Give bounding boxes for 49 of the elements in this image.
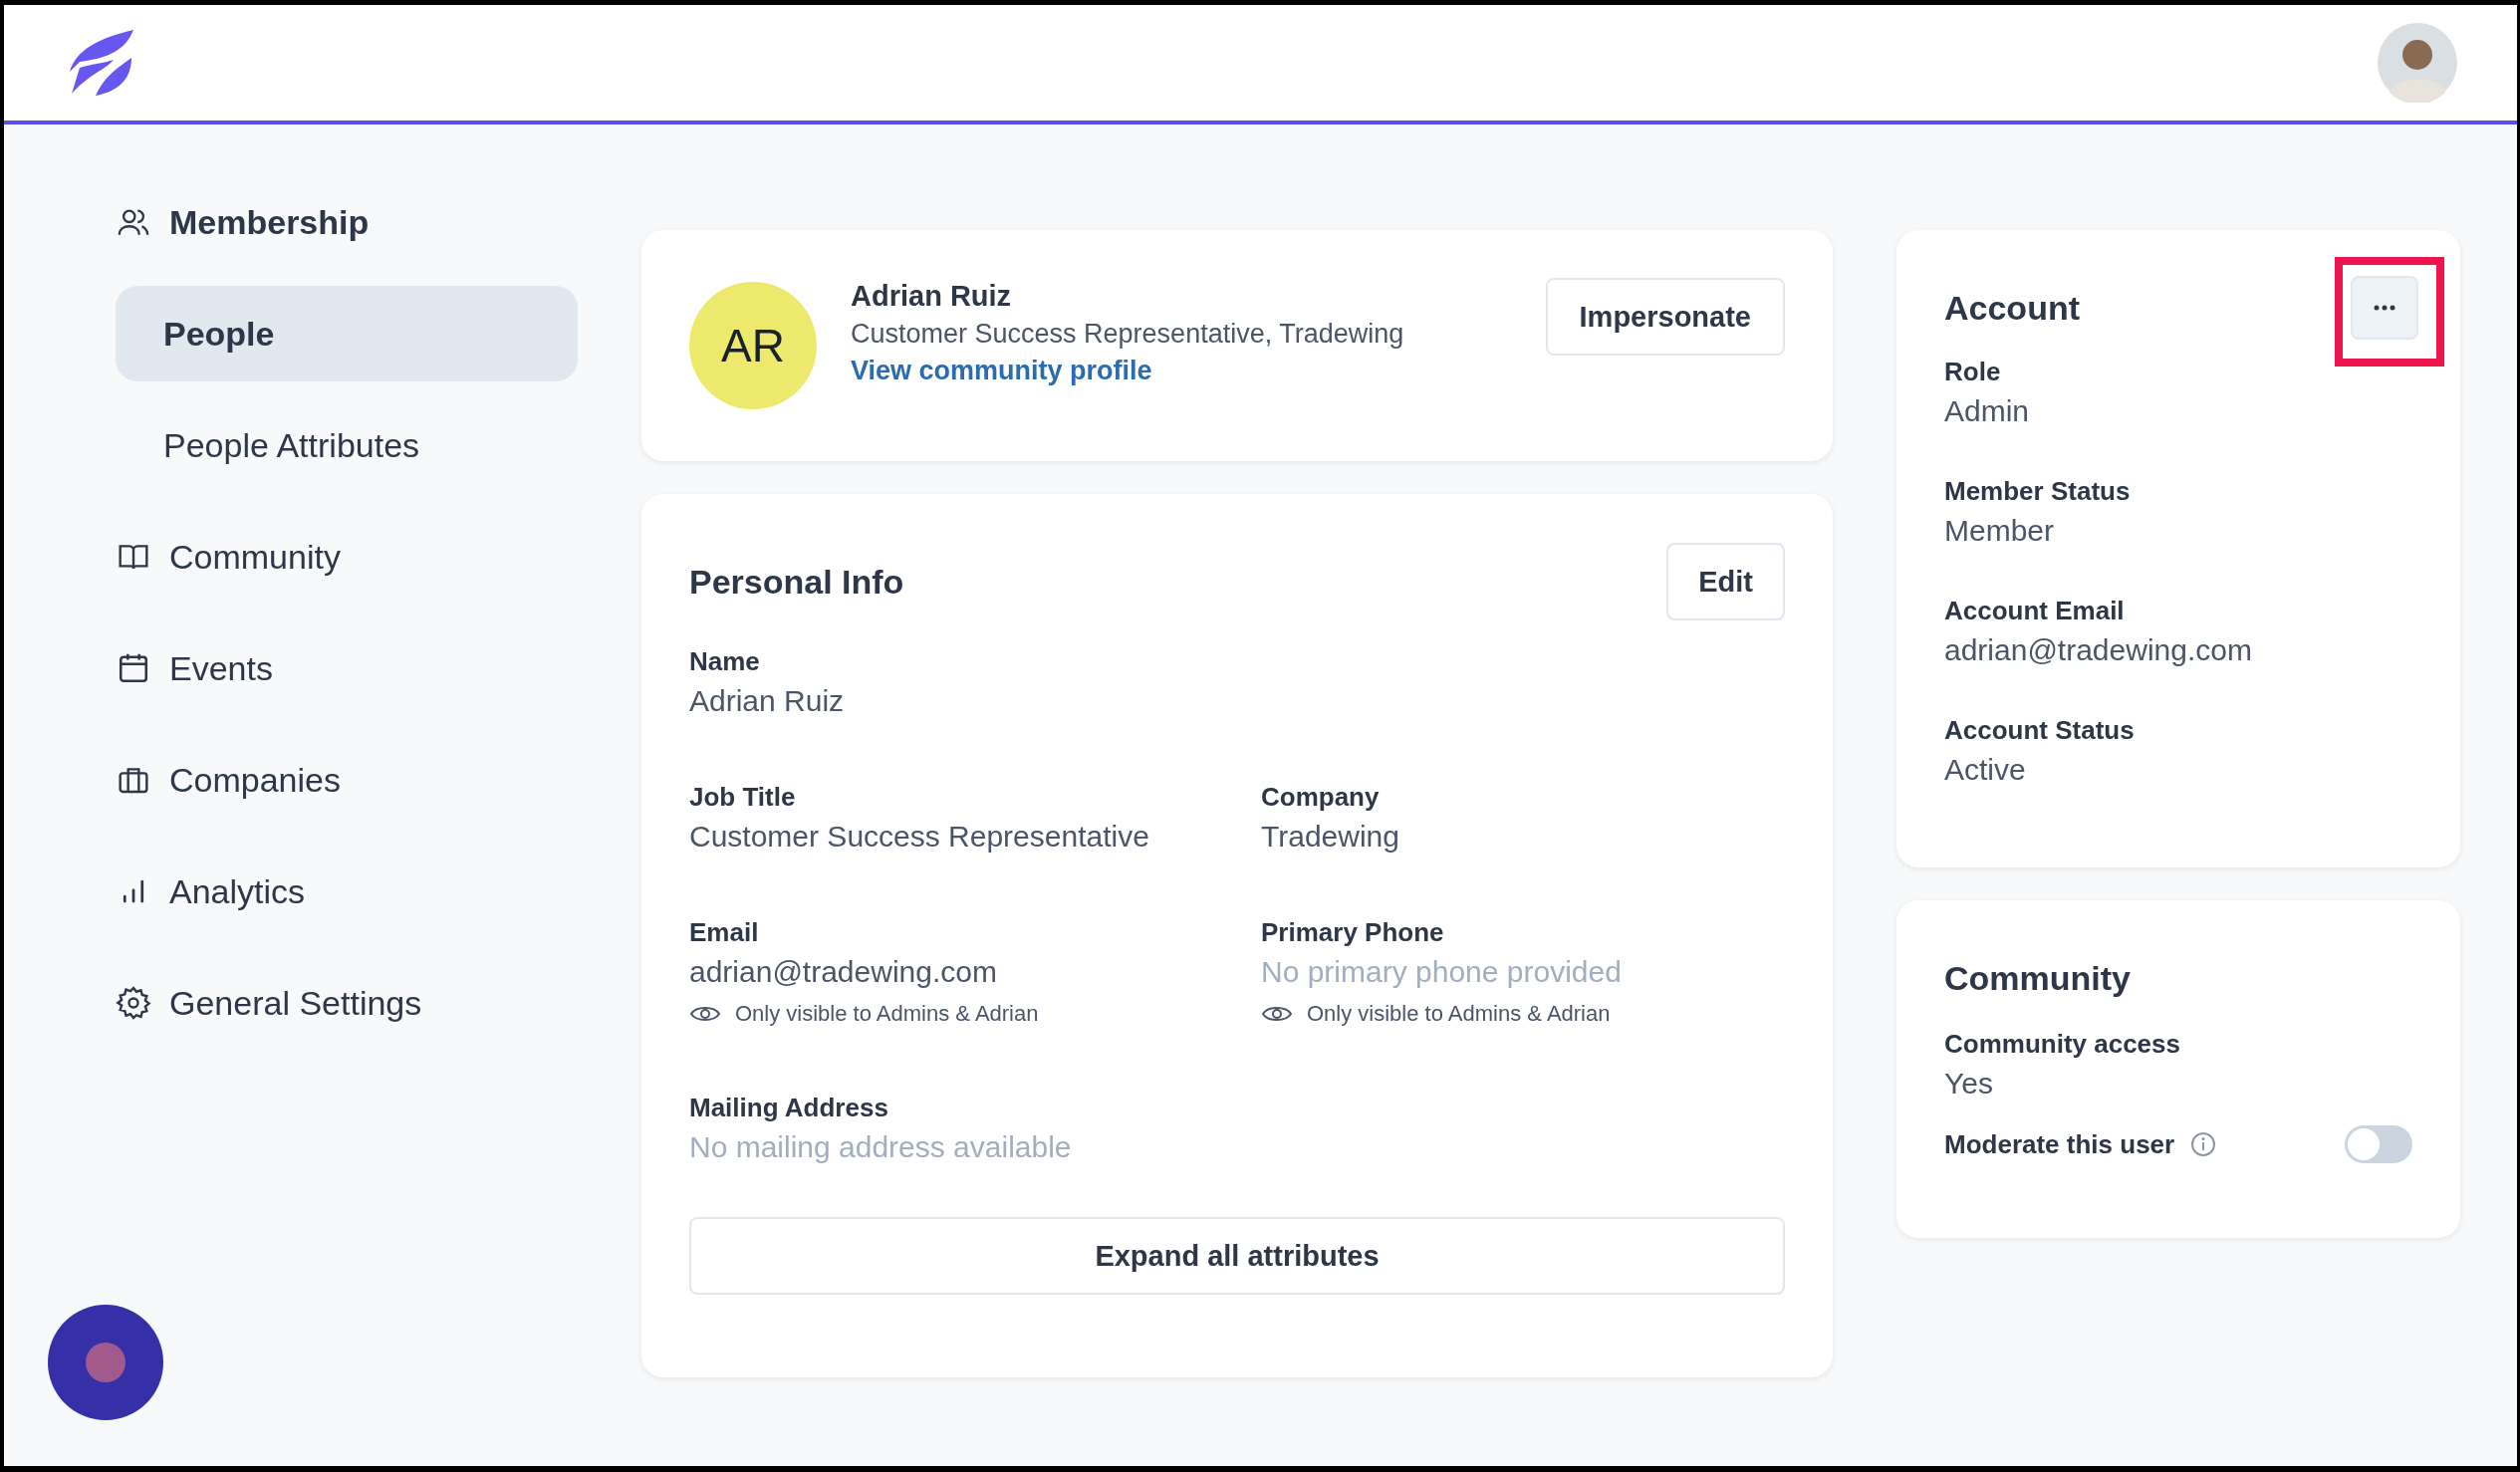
field-label: Primary Phone (1261, 916, 1445, 949)
nav-item[interactable]: Analytics (116, 844, 578, 939)
initials-avatar: AR (689, 282, 817, 409)
field-label: Account Status (1944, 714, 2136, 747)
visibility-note: Only visible to Admins & Adrian (1307, 1001, 1611, 1027)
field-value: No primary phone provided (1261, 954, 1623, 990)
info-icon (2190, 1131, 2217, 1157)
field-value: Adrian Ruiz (689, 683, 846, 719)
field-label: Name (689, 645, 761, 678)
field-label: Job Title (689, 781, 797, 814)
expand-button[interactable]: Expand all attributes (689, 1217, 1785, 1295)
field-label: Company (1261, 781, 1381, 814)
member-title: Customer Success Representative, Tradewing (851, 319, 1405, 350)
edit-button[interactable]: Edit (1666, 543, 1785, 620)
field-value: Admin (1944, 393, 2031, 429)
field-label: Role (1944, 356, 2002, 388)
nav-subitem[interactable]: People Attributes (116, 397, 578, 493)
field-value: Customer Success Representative (689, 819, 1150, 855)
field-value: No mailing address available (689, 1129, 1073, 1165)
moderate-toggle[interactable] (2345, 1125, 2412, 1163)
nav-item[interactable]: Community (116, 509, 578, 605)
nav-item[interactable]: Companies (116, 732, 578, 828)
impersonate-button[interactable]: Impersonate (1545, 278, 1785, 356)
nav-subitem[interactable]: People (116, 286, 578, 381)
field-label: Mailing Address (689, 1092, 889, 1124)
field-value: Member (1944, 513, 2056, 549)
nav-item[interactable]: General Settings (116, 955, 578, 1051)
field-value: Yes (1944, 1066, 1994, 1102)
section-title: Community (1944, 958, 2132, 999)
section-title: Personal Info (689, 562, 904, 602)
profile-link[interactable]: View community profile (851, 356, 1152, 386)
nav-item[interactable]: Events (116, 620, 578, 716)
field-label: Account Email (1944, 595, 2126, 627)
field-label: Email (689, 916, 760, 949)
nav-item[interactable]: Membership (116, 174, 578, 270)
field-value: adrian@tradewing.com (689, 954, 998, 990)
settings-icon (116, 985, 151, 1021)
field-value: Tradewing (1261, 819, 1400, 855)
field-value: Active (1944, 752, 2027, 788)
field-value: adrian@tradewing.com (1944, 632, 2253, 668)
toggle-label: Moderate this user (1944, 1128, 2175, 1160)
more-icon (2374, 305, 2395, 311)
field-label: Member Status (1944, 475, 2132, 508)
section-title: Account (1944, 288, 2080, 328)
field-label: Community access (1944, 1028, 2181, 1061)
avatar-icon[interactable] (2378, 23, 2457, 103)
member-name: Adrian Ruiz (851, 280, 1013, 313)
chat-launcher-icon[interactable] (48, 1305, 163, 1420)
visibility-note: Only visible to Admins & Adrian (735, 1001, 1039, 1027)
